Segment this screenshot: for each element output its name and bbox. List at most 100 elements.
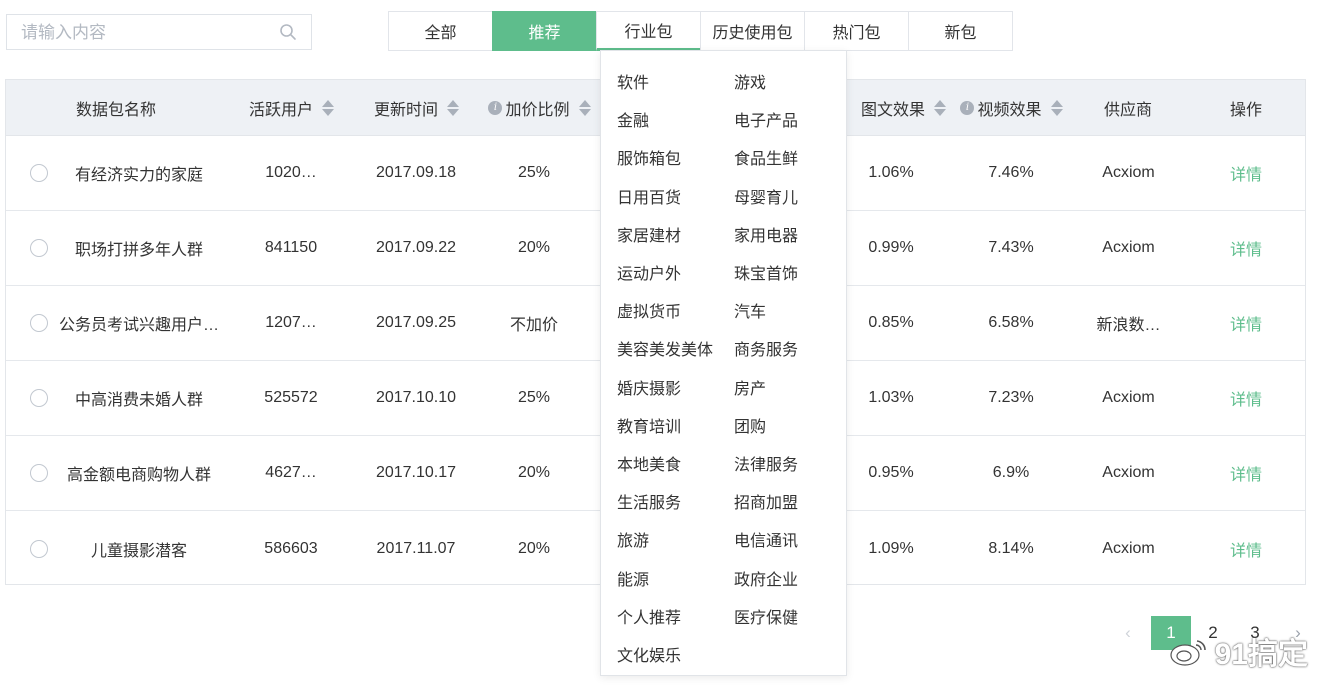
row-select-radio[interactable] bbox=[30, 389, 48, 407]
tab-hot[interactable]: 热门包 bbox=[804, 11, 909, 51]
tab-recommended[interactable]: 推荐 bbox=[492, 11, 597, 51]
active-users: 841150 bbox=[264, 239, 318, 256]
industry-menu-item[interactable]: 旅游 bbox=[617, 527, 649, 551]
tab-new[interactable]: 新包 bbox=[908, 11, 1013, 51]
industry-menu-item[interactable]: 房产 bbox=[734, 375, 766, 399]
updated-date: 2017.10.10 bbox=[375, 389, 457, 406]
row-select-radio[interactable] bbox=[30, 464, 48, 482]
industry-menu-item[interactable]: 游戏 bbox=[734, 69, 766, 93]
updated-date: 2017.11.07 bbox=[376, 539, 456, 557]
industry-menu-item[interactable]: 生活服务 bbox=[617, 489, 681, 513]
prev-page-button[interactable]: ‹ bbox=[1118, 616, 1138, 650]
image-text-effect: 1.03% bbox=[868, 389, 914, 406]
tab-all[interactable]: 全部 bbox=[388, 11, 493, 51]
video-effect: 7.23% bbox=[988, 389, 1034, 406]
video-effect: 7.46% bbox=[988, 164, 1034, 181]
supplier: 新浪数… bbox=[1096, 317, 1161, 334]
industry-menu-item[interactable]: 电信通讯 bbox=[734, 527, 798, 551]
updated-date: 2017.09.22 bbox=[375, 239, 457, 256]
active-users: 1020… bbox=[265, 164, 317, 181]
image-text-effect: 0.99% bbox=[868, 239, 914, 256]
video-effect: 6.9% bbox=[992, 464, 1030, 481]
info-icon: i bbox=[960, 100, 975, 115]
industry-menu-item[interactable]: 本地美食 bbox=[617, 451, 681, 475]
industry-menu-item[interactable]: 团购 bbox=[734, 413, 766, 437]
weibo-watermark: 91搞定 bbox=[1169, 629, 1308, 673]
sort-icon[interactable] bbox=[1050, 99, 1063, 117]
header-markup[interactable]: i 加价比例 bbox=[474, 96, 604, 120]
industry-menu-item[interactable]: 婚庆摄影 bbox=[617, 375, 681, 399]
sort-icon[interactable] bbox=[578, 99, 591, 117]
video-effect: 7.43% bbox=[988, 239, 1034, 256]
industry-menu-item[interactable]: 运动户外 bbox=[617, 260, 681, 284]
details-link[interactable]: 详情 bbox=[1216, 461, 1276, 485]
video-effect: 6.58% bbox=[988, 314, 1034, 331]
industry-menu-item[interactable]: 法律服务 bbox=[734, 451, 798, 475]
search-input[interactable] bbox=[19, 15, 273, 51]
supplier: Acxiom bbox=[1102, 239, 1155, 256]
image-text-effect: 1.09% bbox=[868, 539, 914, 557]
row-select-radio[interactable] bbox=[30, 239, 48, 257]
industry-menu-item[interactable]: 金融 bbox=[617, 107, 649, 131]
row-select-radio[interactable] bbox=[30, 164, 48, 182]
industry-menu-item[interactable]: 教育培训 bbox=[617, 413, 681, 437]
details-link[interactable]: 详情 bbox=[1216, 386, 1276, 410]
row-select-radio[interactable] bbox=[30, 314, 48, 332]
header-active-users[interactable]: 活跃用户 bbox=[236, 96, 346, 120]
image-text-effect: 0.85% bbox=[868, 314, 914, 331]
details-link[interactable]: 详情 bbox=[1216, 236, 1276, 260]
header-updated[interactable]: 更新时间 bbox=[361, 96, 471, 120]
watermark-text: 91搞定 bbox=[1214, 638, 1308, 671]
sort-icon[interactable] bbox=[933, 99, 946, 117]
package-name: 高金额电商购物人群 bbox=[66, 467, 211, 484]
industry-menu-item[interactable]: 虚拟货币 bbox=[617, 298, 681, 322]
active-users: 4627… bbox=[265, 464, 317, 481]
industry-menu-item[interactable]: 汽车 bbox=[734, 298, 766, 322]
header-image-text[interactable]: 图文效果 bbox=[848, 96, 958, 120]
industry-menu-item[interactable]: 珠宝首饰 bbox=[734, 260, 798, 284]
markup-ratio: 不加价 bbox=[509, 317, 558, 334]
industry-dropdown-menu: 软件 游戏金融 电子产品服饰箱包 食品生鲜日用百货 母婴育儿家居建材 家用电器运动户外 珠宝… bbox=[600, 50, 847, 676]
active-users: 525572 bbox=[264, 389, 318, 406]
industry-menu-item[interactable]: 招商加盟 bbox=[734, 489, 798, 513]
markup-ratio: 20% bbox=[517, 539, 551, 557]
image-text-effect: 0.95% bbox=[868, 464, 914, 481]
industry-menu-item[interactable]: 电子产品 bbox=[734, 107, 798, 131]
weibo-logo-icon bbox=[1170, 640, 1206, 666]
header-supplier: 供应商 bbox=[1103, 101, 1152, 119]
supplier: Acxiom bbox=[1102, 464, 1155, 481]
video-effect: 8.14% bbox=[988, 539, 1034, 557]
industry-menu-item[interactable]: 食品生鲜 bbox=[734, 145, 798, 169]
search-icon[interactable] bbox=[279, 23, 297, 41]
search-box[interactable] bbox=[6, 14, 312, 51]
industry-menu-item[interactable]: 文化娱乐 bbox=[617, 642, 681, 666]
industry-menu-item[interactable]: 美容美发美体 bbox=[617, 336, 713, 360]
details-link[interactable]: 详情 bbox=[1216, 311, 1276, 335]
details-link[interactable]: 详情 bbox=[1216, 161, 1276, 185]
tab-industry[interactable]: 行业包 bbox=[596, 11, 701, 51]
industry-menu-item[interactable]: 医疗保健 bbox=[734, 604, 798, 628]
industry-menu-item[interactable]: 服饰箱包 bbox=[617, 145, 681, 169]
industry-menu-item[interactable]: 商务服务 bbox=[734, 336, 798, 360]
industry-menu-item[interactable]: 日用百货 bbox=[617, 184, 681, 208]
details-link[interactable]: 详情 bbox=[1216, 537, 1276, 561]
image-text-effect: 1.06% bbox=[868, 164, 914, 181]
tab-history[interactable]: 历史使用包 bbox=[700, 11, 805, 51]
updated-date: 2017.09.25 bbox=[375, 314, 457, 331]
markup-ratio: 25% bbox=[517, 389, 551, 406]
industry-menu-item[interactable]: 个人推荐 bbox=[617, 604, 681, 628]
row-select-radio[interactable] bbox=[30, 539, 48, 558]
category-tabs: 全部 推荐 行业包 历史使用包 热门包 新包 bbox=[388, 11, 1013, 51]
header-video[interactable]: i 视频效果 bbox=[951, 96, 1071, 120]
industry-menu-item[interactable]: 软件 bbox=[617, 69, 649, 93]
industry-menu-item[interactable]: 母婴育儿 bbox=[734, 184, 798, 208]
header-name: 数据包名称 bbox=[75, 101, 156, 119]
sort-icon[interactable] bbox=[321, 99, 334, 117]
package-name: 有经济实力的家庭 bbox=[74, 167, 203, 184]
industry-menu-item[interactable]: 家用电器 bbox=[734, 222, 798, 246]
industry-menu-item[interactable]: 能源 bbox=[617, 566, 649, 590]
sort-icon[interactable] bbox=[446, 99, 459, 117]
industry-menu-item[interactable]: 家居建材 bbox=[617, 222, 681, 246]
info-icon: i bbox=[488, 100, 503, 115]
industry-menu-item[interactable]: 政府企业 bbox=[734, 566, 798, 590]
